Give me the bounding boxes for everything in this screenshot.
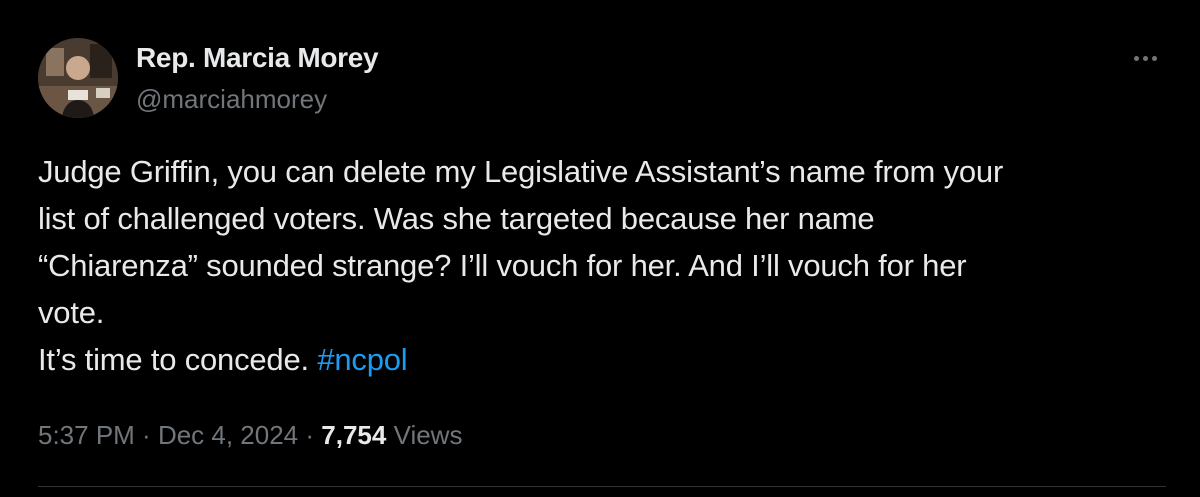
tweet-meta: 5:37 PM · Dec 4, 2024 · 7,754 Views [38,420,462,451]
author-display-name[interactable]: Rep. Marcia Morey [136,42,379,74]
views-count: 7,754 [321,420,387,450]
tweet-date[interactable]: Dec 4, 2024 [158,420,298,450]
more-horizontal-icon-dot [1151,55,1157,61]
more-horizontal-icon [1133,55,1139,61]
tweet-text-line: “Chiarenza” sounded strange? I’ll vouch … [38,248,967,283]
divider [38,486,1166,487]
hashtag-link[interactable]: #ncpol [317,342,407,377]
author-handle[interactable]: @marciahmorey [136,84,327,115]
tweet-text-segment: It’s time to concede. [38,342,318,377]
meta-separator: · [134,420,158,450]
avatar-image [38,38,118,118]
more-horizontal-icon-dot [1142,55,1148,61]
tweet-time[interactable]: 5:37 PM [38,420,135,450]
tweet-text-line: Judge Griffin, you can delete my Legisla… [38,154,1004,189]
tweet-text-line: list of challenged voters. Was she targe… [38,201,875,236]
more-options-button[interactable] [1126,44,1164,72]
views-label: Views [393,420,463,450]
avatar[interactable] [38,38,118,118]
tweet-text-line: vote. [38,295,105,330]
meta-separator: · [298,420,322,450]
tweet-card: Rep. Marcia Morey @marciahmorey Judge Gr… [0,0,1200,497]
tweet-text-last-line: It’s time to concede. #ncpol [38,336,1168,383]
tweet-text: Judge Griffin, you can delete my Legisla… [38,148,1168,383]
